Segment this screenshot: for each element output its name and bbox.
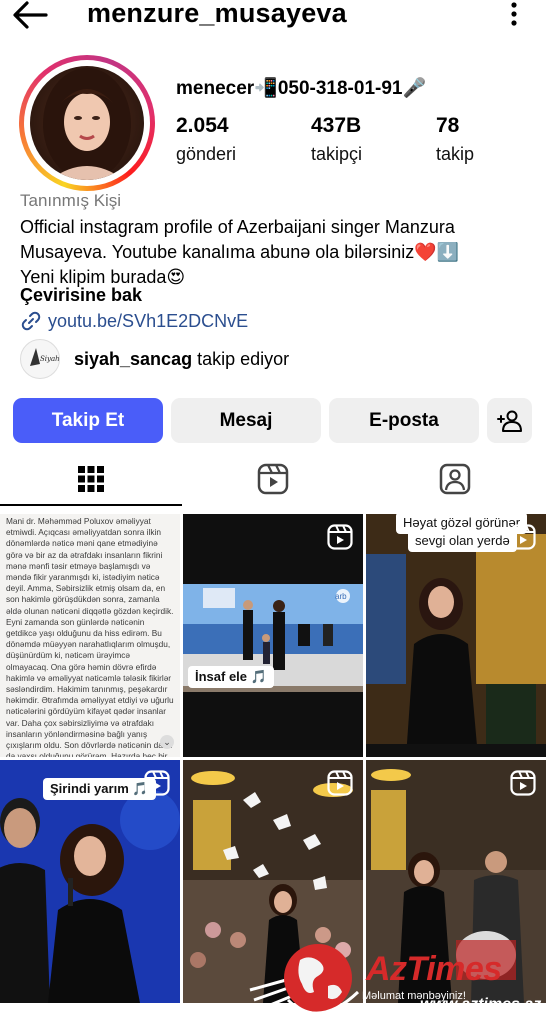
reels-icon [327,524,353,550]
profile-bio: Official instagram profile of Azerbaijan… [20,215,535,290]
post-tile[interactable]: Şirindi yarım 🎵 [0,760,180,1003]
post-caption: İnsaf ele 🎵 [188,666,274,688]
reels-icon [510,524,536,550]
add-person-icon [496,410,522,432]
profile-tabs [0,452,546,508]
tab-posts[interactable] [0,452,182,506]
follower-avatar-text: Siyah SANCAQ [40,355,60,363]
stat-posts[interactable]: 2.054 gönderi [176,114,236,165]
chevron-down-icon: ⌄ [160,735,174,749]
reels-icon [257,463,289,495]
follow-button[interactable]: Takip Et [13,398,163,443]
stat-followers-label: takipçi [311,144,363,164]
post-tile[interactable]: Mani dr. Məhəmməd Poluxov əməliyyat etmi… [0,514,180,757]
post-tile[interactable]: Həyat gözəl görünər sevgi olan yerdə [366,514,546,757]
followed-by[interactable]: Siyah SANCAQ siyah_sancag takip ediyor [20,339,289,379]
aztimes-watermark: AzTimes Məlumat mənbəyiniz! www.aztimes.… [248,940,546,1024]
stat-posts-label: gönderi [176,144,237,164]
tv-logo: arb [335,592,347,601]
stat-followers-value: 437B [311,114,362,137]
post-image: arb [183,584,363,692]
back-button[interactable] [12,0,48,30]
post-tile[interactable]: arb İnsaf ele 🎵 [183,514,363,757]
active-tab-indicator [0,504,182,506]
profile-username: menzure_musayeva [87,0,347,28]
tagged-icon [439,463,471,495]
bio-line: Official instagram profile of Azerbaijan… [20,217,455,237]
top-bar: menzure_musayeva [0,0,546,34]
followed-by-name: siyah_sancag [74,348,193,369]
message-button[interactable]: Mesaj [171,398,321,443]
profile-category: Tanınmış Kişi [20,191,122,210]
post-caption: Şirindi yarım 🎵 [43,778,156,800]
profile-avatar[interactable] [19,55,155,191]
watermark-title: AzTimes [366,950,502,988]
arrow-left-icon [13,1,48,29]
watermark-site: www.aztimes.az [420,996,542,1013]
followed-by-suffix: takip ediyor [192,348,290,369]
translate-link[interactable]: Çevirisine bak [20,285,142,306]
reels-icon [510,770,536,796]
profile-link-text: youtu.be/SVh1E2DCNvE [48,310,249,331]
email-button[interactable]: E-posta [329,398,479,443]
link-icon [21,311,41,331]
more-vertical-icon [511,2,517,26]
text-post-body: Mani dr. Məhəmməd Poluxov əməliyyat etmi… [6,516,174,757]
post-caption: sevgi olan yerdə [408,530,517,552]
stat-followers[interactable]: 437B takipçi [311,114,362,165]
stat-following-value: 78 [436,114,460,137]
follower-avatar: Siyah SANCAQ [20,339,60,379]
grid-icon [78,466,104,492]
aztimes-logo [249,944,360,1015]
reels-icon [144,770,170,796]
more-options-button[interactable] [508,2,520,28]
stat-following-label: takip [436,144,475,164]
reels-icon [327,770,353,796]
tab-reels[interactable] [182,452,364,506]
stat-posts-value: 2.054 [176,114,229,137]
contact-line: menecer📲050-318-01-91🎤 [176,78,427,99]
stat-following[interactable]: 78 takip [436,114,474,165]
suggest-people-button[interactable] [487,398,532,443]
profile-link[interactable]: youtu.be/SVh1E2DCNvE [20,309,248,333]
bio-line: Musayeva. Youtube kanalıma abunə ola bil… [20,242,460,262]
profile-photo [30,66,144,180]
tab-tagged[interactable] [364,452,546,506]
